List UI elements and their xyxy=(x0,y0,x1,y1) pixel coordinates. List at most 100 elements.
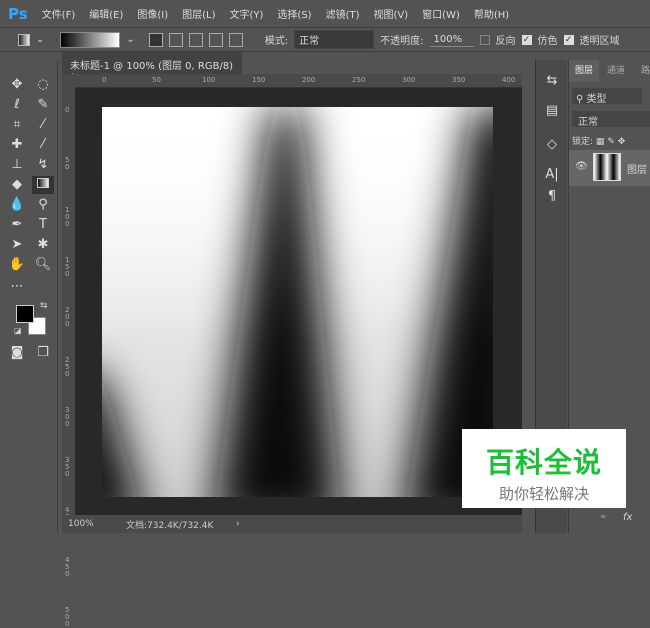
ruler-tick-label: 0 xyxy=(65,106,70,114)
linear-gradient-button[interactable] xyxy=(148,32,163,47)
watermark-subtitle: 助你轻松解决 xyxy=(498,485,589,503)
hand-tool-icon[interactable]: ✋ xyxy=(6,256,28,274)
tool-preset-picker[interactable] xyxy=(18,33,30,46)
menu-image[interactable]: 图像(I) xyxy=(137,6,168,21)
blend-mode-select[interactable]: 正常 xyxy=(572,111,650,128)
lock-row: 锁定: ▦ ✎ ✥ xyxy=(572,137,626,147)
watermark-title: 百科全说 xyxy=(485,446,602,479)
transparency-label: 透明区域 xyxy=(579,36,620,47)
menu-filter[interactable]: 滤镜(T) xyxy=(326,6,360,21)
gradient-tool-icon[interactable] xyxy=(32,176,54,194)
brush-tool-icon[interactable]: ⁄ xyxy=(32,136,54,154)
mode-label: 模式: xyxy=(264,36,289,47)
menu-file[interactable]: 文件(F) xyxy=(42,6,76,21)
menu-view[interactable]: 视图(V) xyxy=(374,6,409,21)
chevron-down-icon[interactable]: ⌄ xyxy=(126,34,134,45)
lock-pixels-icon[interactable]: ▦ xyxy=(596,137,605,147)
type-tool-icon[interactable]: T xyxy=(32,216,54,234)
layer-row[interactable]: 👁︎ 图层 xyxy=(569,150,650,186)
stamp-tool-icon[interactable]: ⊥ xyxy=(6,156,28,174)
document-info: 文档:732.4K/732.4K xyxy=(126,520,214,531)
angle-gradient-button[interactable] xyxy=(188,32,203,47)
menu-help[interactable]: 帮助(H) xyxy=(474,6,509,21)
menu-type[interactable]: 文字(Y) xyxy=(230,6,264,21)
character-icon[interactable]: A| xyxy=(541,166,563,184)
horizontal-ruler: 050100150200250300350400450 xyxy=(75,74,565,88)
search-icon: ⚲ xyxy=(576,94,587,105)
visibility-eye-icon[interactable]: 👁︎ xyxy=(575,161,588,172)
marquee-tool-icon[interactable]: ◌ xyxy=(32,76,54,94)
menu-layer[interactable]: 图层(L) xyxy=(182,6,215,21)
options-bar: ⌄ ⌄ 模式: 正常 不透明度: 100% 反向 ✓ 仿色 ✓ 透明区域 xyxy=(0,27,650,52)
document-tab[interactable]: 未标题-1 @ 100% (图层 0, RGB/8) * × xyxy=(62,52,242,83)
history-brush-tool-icon[interactable]: ↯ xyxy=(32,156,54,174)
ruler-tick-label: 250 xyxy=(65,356,70,378)
lock-position-icon[interactable]: ✥ xyxy=(618,137,626,147)
tab-layers[interactable]: 图层 xyxy=(569,60,600,82)
path-select-tool-icon[interactable]: ➤ xyxy=(6,236,28,254)
ruler-tick-label: 50 xyxy=(152,76,161,84)
ruler-tick-label: 450 xyxy=(65,556,70,578)
eyedropper-tool-icon[interactable]: ⁄ xyxy=(32,116,54,134)
reverse-checkbox[interactable] xyxy=(479,34,490,45)
chevron-down-icon[interactable]: ⌄ xyxy=(36,34,44,45)
zoom-tool-icon[interactable]: 🔍︎ xyxy=(32,256,54,274)
ruler-tick-label: 350 xyxy=(452,76,466,84)
ruler-tick-label: 400 xyxy=(502,76,516,84)
move-tool-icon[interactable]: ✥ xyxy=(6,76,28,94)
shape-tool-icon[interactable]: ✱ xyxy=(32,236,54,254)
dither-checkbox[interactable]: ✓ xyxy=(521,34,532,45)
menu-select[interactable]: 选择(S) xyxy=(277,6,311,21)
dither-label: 仿色 xyxy=(537,36,558,47)
paths-icon[interactable]: ◇ xyxy=(541,136,563,154)
gradient-picker[interactable] xyxy=(60,31,121,48)
properties-icon[interactable]: ▤ xyxy=(541,102,563,120)
crop-tool-icon[interactable]: ⌗ xyxy=(6,116,28,134)
app-logo: Ps xyxy=(8,4,28,23)
transparency-checkbox[interactable]: ✓ xyxy=(563,34,574,45)
screen-mode-icon[interactable]: ❐ xyxy=(32,344,54,362)
menu-bar: Ps 文件(F) 编辑(E) 图像(I) 图层(L) 文字(Y) 选择(S) 滤… xyxy=(0,0,650,27)
diamond-gradient-button[interactable] xyxy=(228,32,243,47)
dodge-tool-icon[interactable]: ⚲ xyxy=(32,196,54,214)
menu-edit[interactable]: 编辑(E) xyxy=(89,6,123,21)
default-colors-icon[interactable]: ◪ xyxy=(14,326,22,335)
foreground-color-swatch[interactable] xyxy=(16,305,34,323)
zoom-level[interactable]: 100% xyxy=(68,519,126,529)
menu-window[interactable]: 窗口(W) xyxy=(422,6,460,21)
quick-mask-icon[interactable]: ◙ xyxy=(6,344,28,362)
toolbox: ✥ ◌ ℓ ✎ ⌗ ⁄ ✚ ⁄ ⊥ ↯ ◆ 💧 ⚲ ✒ T ➤ ✱ ✋ 🔍︎ ⋯… xyxy=(0,60,58,533)
watermark: 百科全说 助你轻松解决 xyxy=(462,429,626,508)
lock-paint-icon[interactable]: ✎ xyxy=(607,137,615,147)
layer-name[interactable]: 图层 xyxy=(627,161,647,176)
layer-filter-select[interactable]: ⚲ 类型 xyxy=(572,88,642,105)
eraser-tool-icon[interactable]: ◆ xyxy=(6,176,28,194)
tab-paths[interactable]: 路 xyxy=(635,60,650,82)
pen-tool-icon[interactable]: ✒ xyxy=(6,216,28,234)
gradient-artwork xyxy=(102,107,493,497)
mode-select[interactable]: 正常 xyxy=(294,30,375,49)
fx-icon[interactable]: fx xyxy=(623,512,632,523)
status-menu-arrow[interactable]: › xyxy=(236,519,240,529)
ruler-tick-label: 100 xyxy=(65,206,70,228)
opacity-input[interactable]: 100% xyxy=(429,33,474,47)
ruler-tick-label: 350 xyxy=(65,456,70,478)
ruler-tick-label: 50 xyxy=(65,156,70,171)
tab-channels[interactable]: 通道 xyxy=(601,60,631,82)
history-icon[interactable]: ⇆ xyxy=(541,72,563,90)
healing-tool-icon[interactable]: ✚ xyxy=(6,136,28,154)
paragraph-icon[interactable]: ¶ xyxy=(541,188,563,206)
ruler-tick-label: 300 xyxy=(402,76,416,84)
quick-select-tool-icon[interactable]: ✎ xyxy=(32,96,54,114)
link-layers-icon[interactable]: ⚭ xyxy=(599,512,607,523)
canvas[interactable] xyxy=(102,107,493,497)
lasso-tool-icon[interactable]: ℓ xyxy=(6,96,28,114)
swap-colors-icon[interactable]: ⇆ xyxy=(40,301,48,311)
status-bar: 100% 文档:732.4K/732.4K › xyxy=(62,515,522,533)
radial-gradient-button[interactable] xyxy=(168,32,183,47)
ruler-tick-label: 150 xyxy=(65,256,70,278)
vertical-ruler: 050100150200250300350400450500 xyxy=(62,74,75,628)
more-tools-icon[interactable]: ⋯ xyxy=(6,278,28,296)
blur-tool-icon[interactable]: 💧 xyxy=(6,196,28,214)
reflected-gradient-button[interactable] xyxy=(208,32,223,47)
